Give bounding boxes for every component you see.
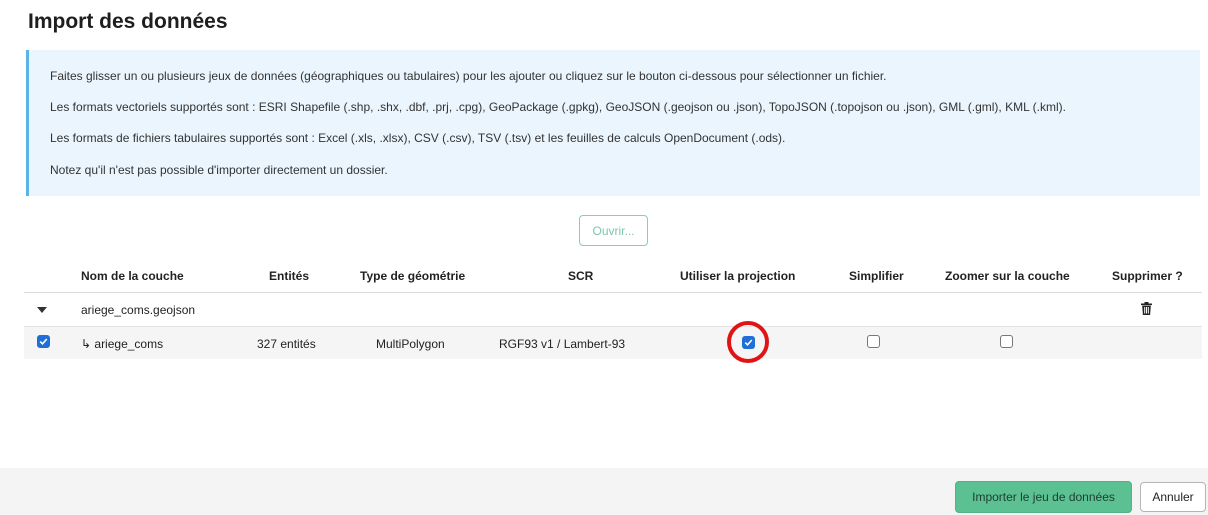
header-zoom: Zoomer sur la couche (945, 269, 1070, 283)
highlight-circle-annotation (727, 321, 769, 363)
open-file-button[interactable]: Ouvrir... (579, 215, 648, 246)
header-geometry-type: Type de géométrie (360, 269, 466, 283)
simplify-checkbox[interactable] (867, 335, 880, 348)
layer-select-checkbox[interactable] (37, 335, 50, 348)
header-crs: SCR (568, 269, 594, 283)
layer-geometry-type: MultiPolygon (376, 337, 445, 351)
cancel-button[interactable]: Annuler (1140, 482, 1206, 512)
import-dataset-button[interactable]: Importer le jeu de données (955, 481, 1132, 513)
collapse-caret-icon[interactable] (37, 307, 47, 313)
layers-table: Nom de la couche Entités Type de géométr… (24, 258, 1202, 359)
layer-entities: 327 entités (257, 337, 316, 351)
table-header: Nom de la couche Entités Type de géométr… (24, 258, 1202, 293)
layer-crs: RGF93 v1 / Lambert-93 (499, 337, 626, 351)
info-box: Faites glisser un ou plusieurs jeux de d… (26, 50, 1200, 196)
header-layer-name: Nom de la couche (81, 269, 184, 283)
header-entities: Entités (269, 269, 310, 283)
trash-icon[interactable] (1141, 302, 1152, 318)
layer-name: ↳ ariege_coms (81, 337, 164, 351)
file-name: ariege_coms.geojson (81, 303, 196, 317)
table-row-layer: ↳ ariege_coms 327 entités MultiPolygon R… (24, 327, 1202, 359)
info-line-tabular-formats: Les formats de fichiers tabulaires suppo… (50, 131, 786, 145)
header-use-projection: Utiliser la projection (680, 269, 796, 283)
page-title: Import des données (28, 10, 228, 33)
info-line-vector-formats: Les formats vectoriels supportés sont : … (50, 100, 1066, 114)
header-simplify: Simplifier (849, 269, 904, 283)
info-line-drag-drop: Faites glisser un ou plusieurs jeux de d… (50, 69, 887, 83)
table-row-file: ariege_coms.geojson (24, 293, 1202, 327)
zoom-checkbox[interactable] (1000, 335, 1013, 348)
header-delete: Supprimer ? (1112, 269, 1183, 283)
info-line-folder-note: Notez qu'il n'est pas possible d'importe… (50, 163, 388, 177)
